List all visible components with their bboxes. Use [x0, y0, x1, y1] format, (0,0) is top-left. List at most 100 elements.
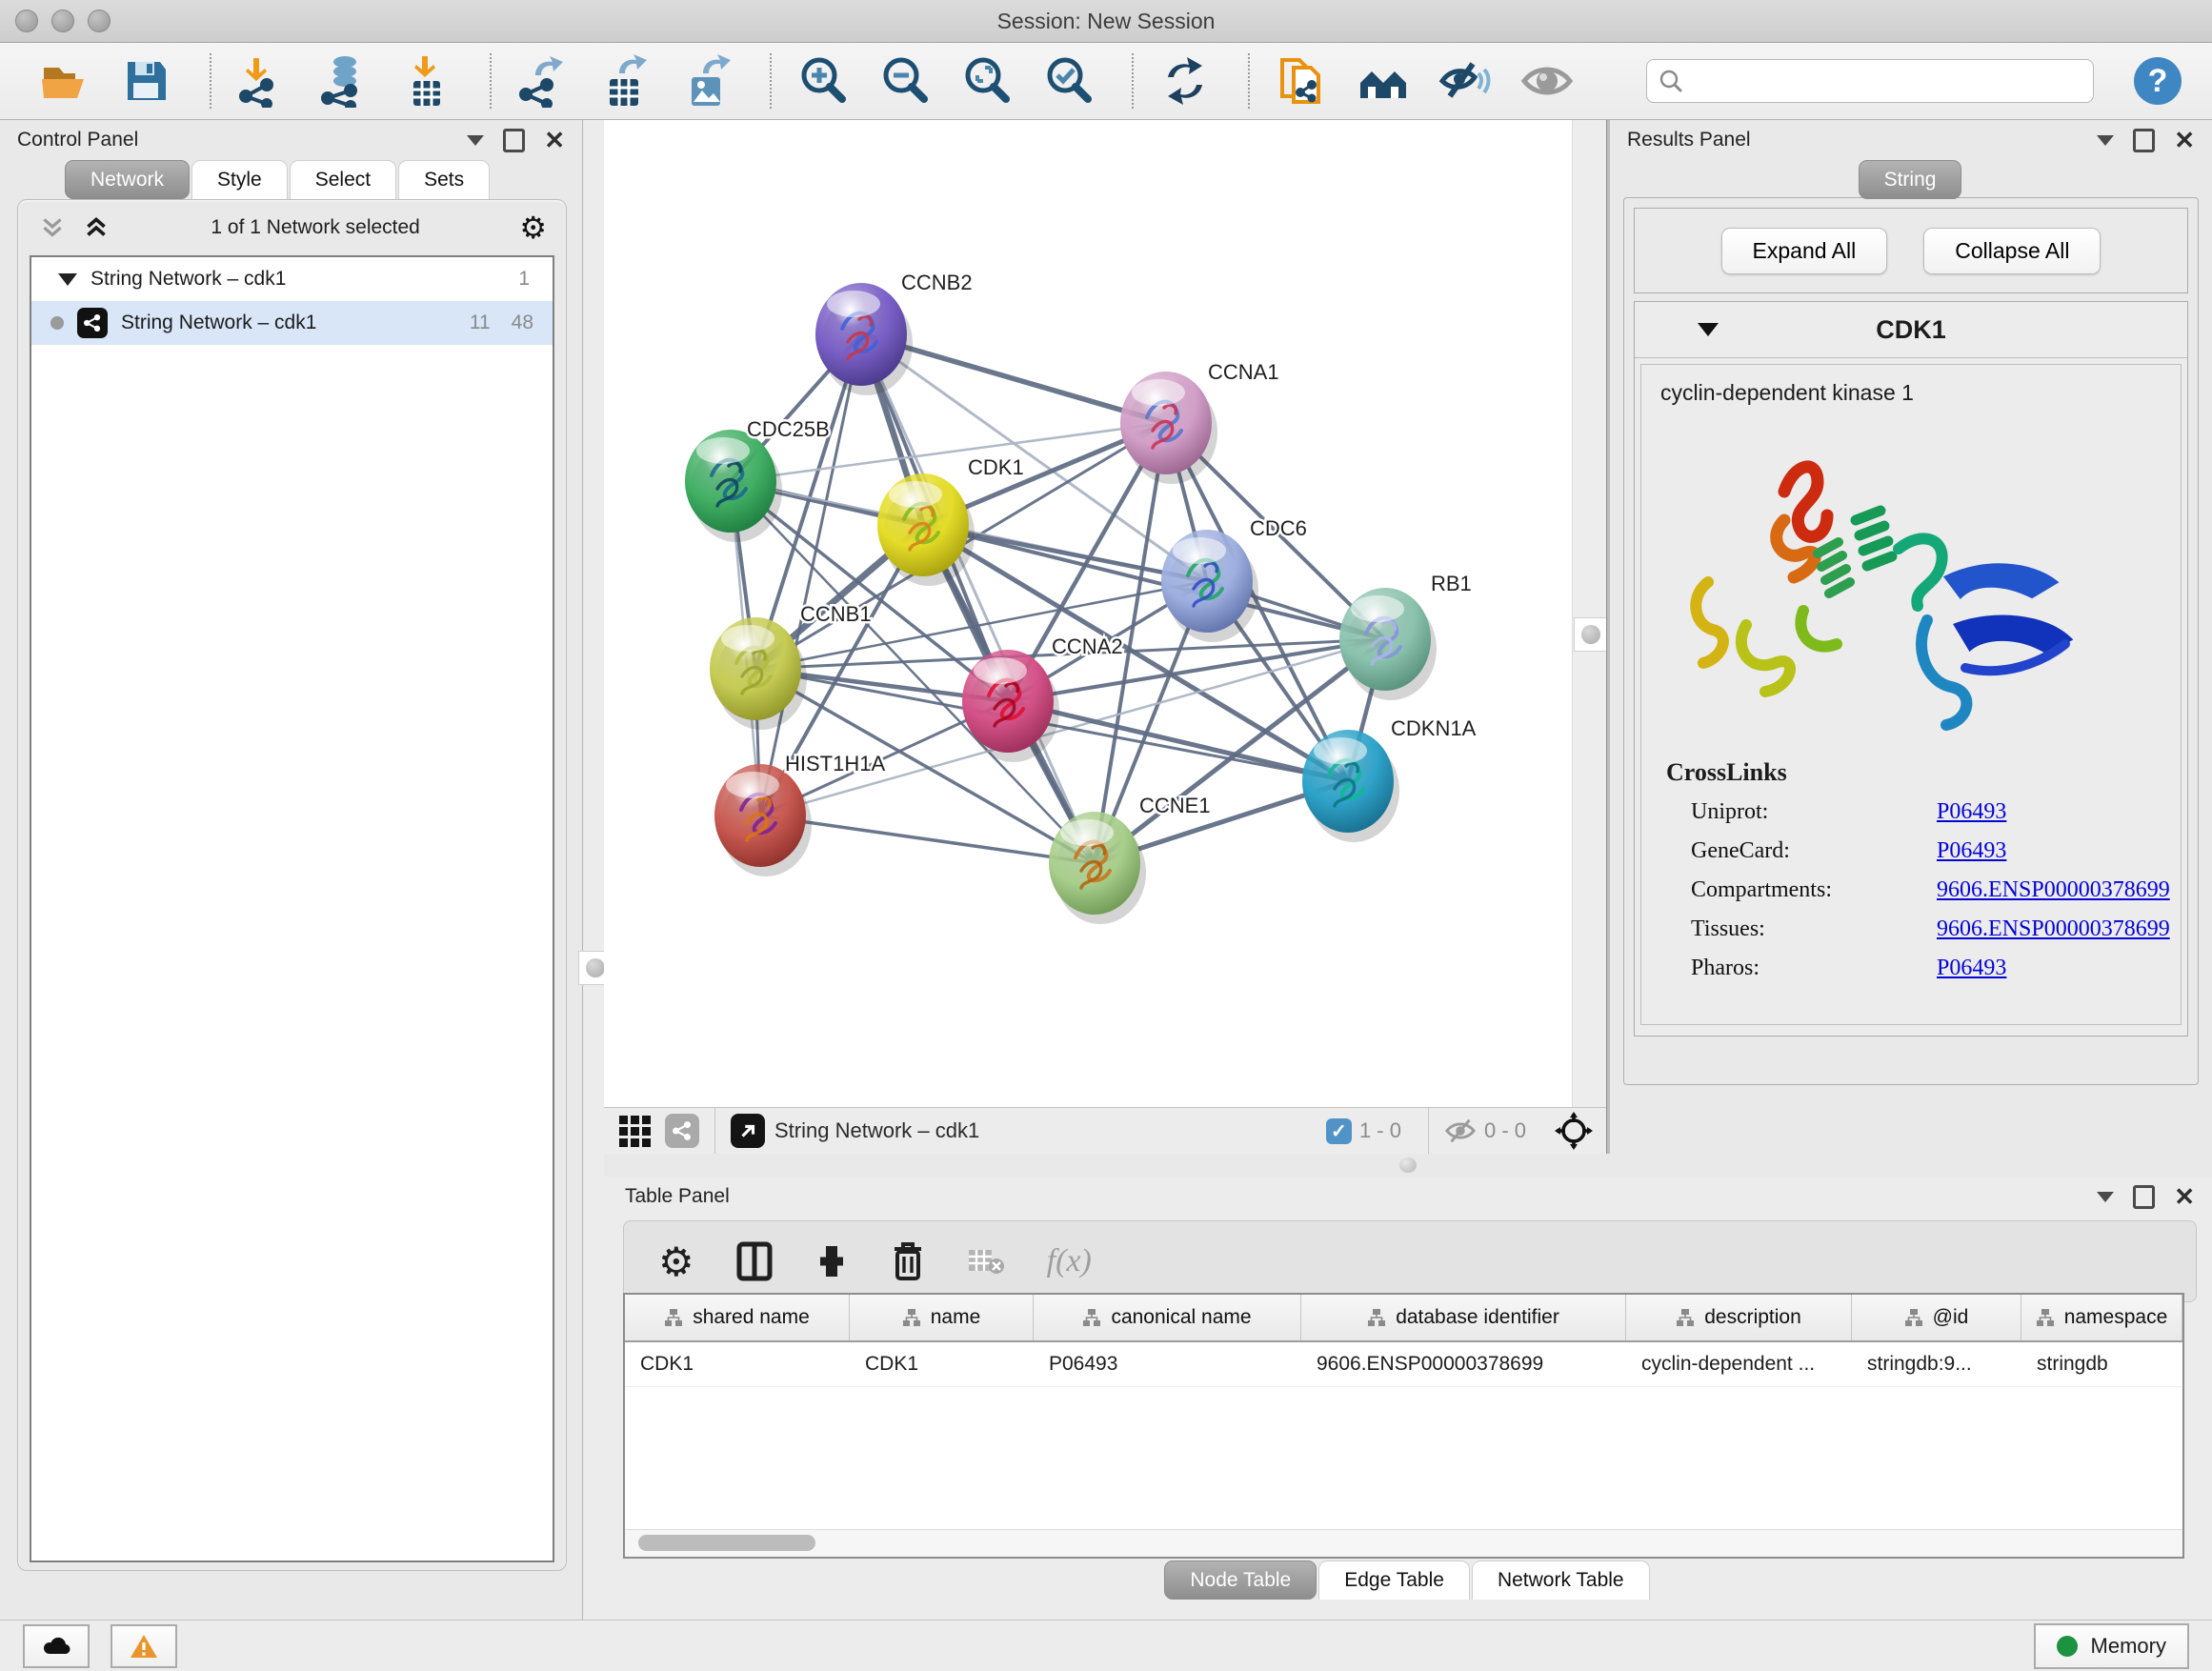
edge-CCNB2-CCNE1[interactable] — [861, 334, 1095, 863]
import-network-icon[interactable] — [236, 54, 290, 108]
show-eye-icon[interactable] — [1520, 54, 1574, 108]
table-row[interactable]: CDK1CDK1P064939606.ENSP00000378699cyclin… — [625, 1342, 2182, 1387]
node-label-CCNA1: CCNA1 — [1208, 360, 1279, 384]
tab-network[interactable]: Network — [65, 160, 190, 199]
fit-selected-crosshair-icon[interactable] — [1555, 1112, 1593, 1150]
svg-text:?: ? — [2148, 63, 2168, 99]
hide-eye-icon[interactable] — [1438, 54, 1492, 108]
panel-menu-icon[interactable] — [467, 135, 484, 146]
tab-sets[interactable]: Sets — [398, 160, 490, 199]
export-image-icon[interactable] — [680, 54, 734, 108]
memory-button[interactable]: Memory — [2034, 1623, 2189, 1669]
close-panel-icon[interactable]: ✕ — [2174, 128, 2195, 152]
network-overview-icon[interactable] — [665, 1114, 699, 1148]
warning-status-button[interactable] — [111, 1624, 177, 1668]
node-CCNB2[interactable] — [815, 283, 913, 395]
export-table-icon[interactable] — [598, 54, 652, 108]
node-CDK1[interactable] — [877, 473, 975, 586]
tab-style[interactable]: Style — [191, 160, 288, 199]
table-cell: stringdb:9... — [1852, 1342, 2021, 1386]
horizontal-splitter[interactable] — [604, 1154, 2212, 1177]
import-table-icon[interactable] — [400, 54, 453, 108]
column-header-name[interactable]: name — [850, 1295, 1034, 1340]
netbar-separator — [1428, 1108, 1429, 1154]
column-header-description[interactable]: description — [1626, 1295, 1852, 1340]
vertical-splitter-right[interactable] — [1572, 120, 1607, 1177]
node-CCNA2[interactable] — [962, 650, 1059, 762]
gene-section-header[interactable]: CDK1 — [1635, 302, 2187, 358]
network-collection-row[interactable]: String Network – cdk1 1 — [31, 257, 553, 301]
collapse-all-icon[interactable] — [37, 213, 68, 242]
close-panel-icon[interactable]: ✕ — [544, 128, 565, 152]
float-panel-icon[interactable] — [2133, 1185, 2155, 1209]
crosslink-link[interactable]: 9606.ENSP00000378699 — [1937, 877, 2170, 903]
tab-network-table[interactable]: Network Table — [1472, 1560, 1650, 1600]
column-header-namespace[interactable]: namespace — [2021, 1295, 2182, 1340]
scrollbar-thumb[interactable] — [638, 1535, 815, 1551]
tab-node-table[interactable]: Node Table — [1164, 1560, 1317, 1600]
tab-edge-table[interactable]: Edge Table — [1318, 1560, 1470, 1600]
crosslink-link[interactable]: P06493 — [1937, 838, 2006, 864]
column-header-databaseidentifier[interactable]: database identifier — [1301, 1295, 1626, 1340]
zoom-out-icon[interactable] — [878, 54, 932, 108]
column-header-canonicalname[interactable]: canonical name — [1034, 1295, 1301, 1340]
table-horizontal-scrollbar[interactable] — [625, 1529, 2182, 1557]
crosslink-link[interactable]: P06493 — [1937, 799, 2006, 825]
table-body: CDK1CDK1P064939606.ENSP00000378699cyclin… — [625, 1342, 2182, 1387]
node-CDKN1A[interactable] — [1302, 730, 1399, 842]
node-RB1[interactable] — [1339, 588, 1437, 700]
tab-select[interactable]: Select — [290, 160, 396, 199]
expand-all-icon[interactable] — [81, 213, 111, 242]
zoom-fit-icon[interactable] — [960, 54, 1014, 108]
control-panel: Control Panel ✕ Network Style Select Set… — [0, 120, 583, 1620]
save-session-icon[interactable] — [120, 54, 173, 108]
selected-checkbox-icon[interactable]: ✓ — [1326, 1118, 1352, 1144]
crosslink-link[interactable]: P06493 — [1937, 956, 2006, 981]
expand-all-button[interactable]: Expand All — [1721, 228, 1888, 274]
close-panel-icon[interactable]: ✕ — [2174, 1184, 2195, 1209]
vertical-splitter-left[interactable] — [584, 120, 604, 1620]
edge-CCNB2-HIST1H1A[interactable] — [760, 334, 861, 815]
zoom-in-icon[interactable] — [796, 54, 850, 108]
panel-menu-icon[interactable] — [2097, 1192, 2114, 1202]
import-network-from-database-icon[interactable] — [318, 54, 372, 108]
export-network-icon[interactable] — [516, 54, 570, 108]
create-column-icon[interactable] — [814, 1242, 849, 1280]
open-session-icon[interactable] — [38, 54, 91, 108]
help-icon[interactable]: ? — [2132, 54, 2183, 108]
network-row[interactable]: String Network – cdk1 11 48 — [31, 301, 553, 345]
node-CCNE1[interactable] — [1049, 812, 1146, 924]
crosslink-link[interactable]: 9606.ENSP00000378699 — [1937, 916, 2170, 942]
table-settings-gear-icon[interactable]: ⚙ — [658, 1238, 694, 1285]
node-CDC25B[interactable] — [685, 430, 782, 542]
zoom-selected-icon[interactable] — [1042, 54, 1096, 108]
collection-expand-icon[interactable] — [58, 273, 77, 286]
function-builder-icon: f(x) — [1047, 1243, 1092, 1279]
delete-column-trash-icon[interactable] — [891, 1240, 925, 1282]
home-icon[interactable] — [1357, 54, 1410, 108]
crosslink-row: Uniprot:P06493 — [1641, 793, 2181, 832]
collapse-all-button[interactable]: Collapse All — [1923, 228, 2101, 274]
node-HIST1H1A[interactable] — [714, 764, 812, 876]
birds-eye-view-icon[interactable] — [617, 1114, 652, 1148]
cloud-status-button[interactable] — [23, 1624, 90, 1668]
edge-RB1-HIST1H1A[interactable] — [760, 639, 1385, 815]
column-tree-icon — [1676, 1308, 1695, 1327]
show-columns-icon[interactable] — [736, 1241, 773, 1281]
refresh-icon[interactable] — [1158, 54, 1212, 108]
search-input[interactable] — [1691, 62, 2093, 100]
network-options-gear-icon[interactable]: ⚙ — [519, 212, 547, 243]
float-panel-icon[interactable] — [2133, 129, 2155, 152]
detach-view-icon[interactable] — [731, 1114, 765, 1148]
node-CCNA1[interactable] — [1120, 372, 1217, 484]
network-view-canvas[interactable]: CCNB2CCNA1CDC25BCDK1CDC6RB1CCNB1CCNA2CDK… — [604, 120, 1572, 1107]
node-CDC6[interactable] — [1161, 530, 1258, 642]
column-header-id[interactable]: @id — [1852, 1295, 2021, 1340]
float-panel-icon[interactable] — [503, 129, 525, 152]
panel-menu-icon[interactable] — [2097, 135, 2114, 146]
clone-network-icon[interactable] — [1275, 54, 1328, 108]
collapse-gene-icon[interactable] — [1698, 323, 1719, 336]
column-header-sharedname[interactable]: shared name — [625, 1295, 850, 1340]
tab-string[interactable]: String — [1859, 160, 1962, 199]
gene-description: cyclin-dependent kinase 1 — [1641, 365, 2181, 406]
